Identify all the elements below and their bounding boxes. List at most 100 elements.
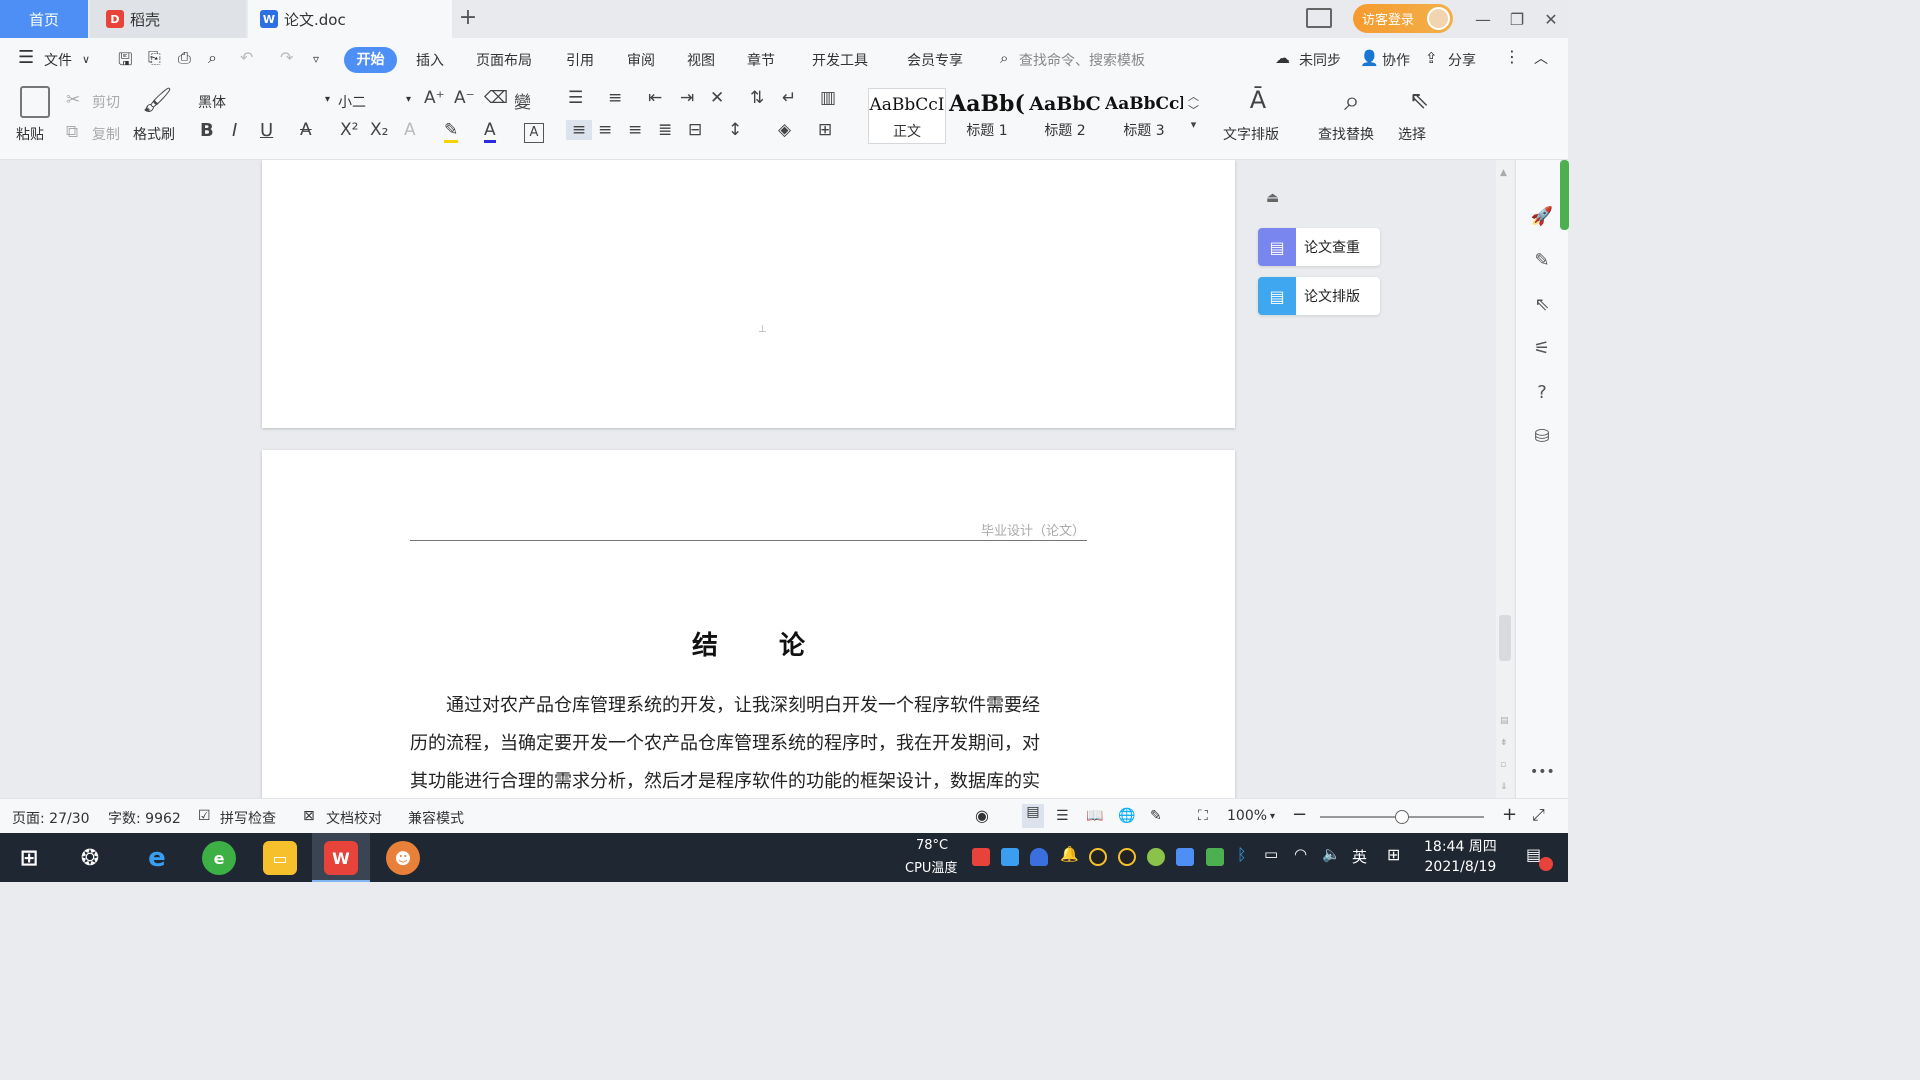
bold-icon[interactable]: B: [200, 120, 214, 141]
menu-member[interactable]: 会员专享: [907, 50, 963, 70]
underline-icon[interactable]: U: [260, 120, 273, 141]
backup-icon[interactable]: ⛁: [1530, 426, 1554, 450]
layout-icon[interactable]: [1306, 8, 1332, 28]
format-painter-button[interactable]: 格式刷: [133, 124, 175, 144]
find-replace-button[interactable]: 查找替换: [1318, 124, 1374, 144]
scroll-thumb[interactable]: [1499, 615, 1511, 661]
ime-layout-icon[interactable]: ⊞: [1387, 845, 1400, 864]
strikethrough-icon[interactable]: A: [300, 120, 312, 140]
italic-icon[interactable]: I: [232, 120, 237, 141]
app-icon-spiral[interactable]: ❂: [73, 841, 107, 875]
font-color-icon[interactable]: A: [484, 120, 496, 143]
zoom-slider[interactable]: [1320, 810, 1484, 824]
export-icon[interactable]: ⎘: [148, 48, 161, 68]
tray-app-icon-red[interactable]: [972, 848, 990, 866]
increase-indent-icon[interactable]: ⇥: [680, 88, 694, 108]
minimize-icon[interactable]: —: [1466, 10, 1500, 29]
subscript-icon[interactable]: X₂: [370, 120, 388, 140]
page-indicator[interactable]: 页面: 27/30: [12, 808, 90, 828]
font-size-dropdown-icon[interactable]: ▾: [406, 94, 411, 105]
sync-status[interactable]: 未同步: [1299, 50, 1341, 70]
menu-file[interactable]: 文件: [44, 50, 72, 70]
document-page-27[interactable]: 毕业设计（论文） 结 论 通过对农产品仓库管理系统的开发，让我深刻明白开发一个程…: [262, 450, 1235, 798]
shrink-font-icon[interactable]: A⁻: [454, 88, 475, 108]
file-explorer-icon[interactable]: ▭: [263, 841, 297, 875]
browser-360-icon[interactable]: e: [202, 841, 236, 875]
bluetooth-icon[interactable]: ᛒ: [1237, 845, 1247, 864]
more-icon[interactable]: ⋮: [1504, 47, 1520, 66]
proofread-button[interactable]: 文档校对: [326, 808, 382, 828]
font-family-select[interactable]: 黑体: [198, 92, 226, 112]
new-tab-button[interactable]: +: [456, 6, 480, 30]
menu-view[interactable]: 视图: [687, 50, 715, 70]
grow-font-icon[interactable]: A⁺: [424, 88, 445, 108]
collapse-panel-icon[interactable]: ⏏: [1266, 190, 1279, 206]
fit-page-icon[interactable]: ⛶: [1198, 808, 1208, 824]
restore-icon[interactable]: ❐: [1500, 10, 1534, 29]
login-button[interactable]: 访客登录: [1353, 4, 1453, 33]
shading-icon[interactable]: ◈: [778, 120, 791, 140]
settings-sliders-icon[interactable]: ⚟: [1530, 338, 1554, 362]
print-preview-icon[interactable]: ⌕: [208, 48, 217, 68]
eye-protection-icon[interactable]: ◉: [975, 806, 989, 825]
clear-format-icon[interactable]: ⌫: [484, 88, 508, 108]
qq-icon-2[interactable]: [1118, 848, 1136, 866]
font-size-select[interactable]: 小二: [338, 92, 366, 112]
close-icon[interactable]: ✕: [1534, 10, 1568, 29]
chevron-down-icon[interactable]: ∨: [82, 53, 90, 66]
tray-app-icon-blue[interactable]: [1001, 848, 1019, 866]
app-icon-mascot[interactable]: ☻: [386, 841, 420, 875]
web-view-icon[interactable]: 🌐: [1118, 808, 1135, 824]
scroll-page-nav-icon[interactable]: ▤ ⇟ ▫ ⇓: [1500, 710, 1509, 798]
hamburger-icon[interactable]: ☰: [18, 47, 34, 68]
thesis-check-button[interactable]: ▤ 论文查重: [1258, 228, 1380, 266]
qq-icon[interactable]: [1089, 848, 1107, 866]
save-icon[interactable]: 🖫: [118, 47, 132, 76]
cut-button[interactable]: 剪切: [92, 92, 120, 112]
menu-insert[interactable]: 插入: [416, 50, 444, 70]
tab-document[interactable]: W 论文.doc: [248, 0, 452, 38]
align-center-icon[interactable]: ≡: [598, 120, 612, 140]
style-heading-3[interactable]: AaBbCcl 标题 3: [1105, 88, 1183, 144]
align-left-icon[interactable]: ≡: [566, 120, 592, 140]
command-search-input[interactable]: 查找命令、搜索模板: [1019, 50, 1145, 70]
help-icon[interactable]: ?: [1530, 382, 1554, 406]
word-count[interactable]: 字数: 9962: [108, 808, 181, 828]
collapse-ribbon-icon[interactable]: ︿: [1534, 48, 1548, 68]
redo-icon[interactable]: ↷: [280, 48, 293, 67]
notification-bell-icon[interactable]: 🔔: [1060, 845, 1079, 863]
menu-review[interactable]: 审阅: [627, 50, 655, 70]
system-clock[interactable]: 18:44 周四 2021/8/19: [1424, 837, 1497, 877]
tab-stops-icon[interactable]: ▥: [820, 88, 836, 108]
paste-button[interactable]: 粘贴: [16, 124, 44, 144]
style-heading-2[interactable]: AaBbC 标题 2: [1026, 88, 1104, 144]
highlight-icon[interactable]: ✎: [444, 120, 459, 143]
ie-browser-icon[interactable]: e: [140, 841, 174, 875]
distribute-icon[interactable]: ⊟: [688, 120, 702, 140]
superscript-icon[interactable]: X²: [340, 120, 358, 140]
menu-page-layout[interactable]: 页面布局: [476, 50, 532, 70]
phonetic-guide-icon[interactable]: 變: [514, 88, 531, 113]
bullets-icon[interactable]: ☰: [568, 88, 583, 108]
line-spacing-icon[interactable]: ↕: [728, 120, 742, 140]
battery-icon[interactable]: ▭: [1264, 845, 1278, 863]
print-icon[interactable]: ⎙: [178, 48, 191, 68]
volume-icon[interactable]: 🔈: [1322, 845, 1341, 863]
zoom-slider-thumb[interactable]: [1395, 810, 1409, 824]
decrease-indent-icon[interactable]: ⇤: [648, 88, 662, 108]
text-layout-button[interactable]: 文字排版: [1223, 124, 1279, 144]
zoom-in-icon[interactable]: +: [1502, 804, 1517, 825]
numbering-icon[interactable]: ≡: [608, 88, 622, 108]
share-button[interactable]: 分享: [1448, 50, 1476, 70]
chinese-layout-icon[interactable]: ✕: [710, 88, 724, 108]
scroll-up-icon[interactable]: ▲: [1500, 168, 1507, 178]
tab-daoke[interactable]: D 稻壳: [90, 0, 246, 38]
quick-access-more-icon[interactable]: ▿: [313, 52, 319, 66]
page-view-icon[interactable]: ▤: [1022, 804, 1044, 828]
rocket-icon[interactable]: 🚀: [1530, 206, 1554, 230]
sort-icon[interactable]: ⇅: [750, 88, 764, 108]
shield-icon[interactable]: [1030, 848, 1048, 866]
writing-mode-icon[interactable]: ✎: [1150, 808, 1162, 824]
collab-button[interactable]: 协作: [1382, 50, 1410, 70]
undo-icon[interactable]: ↶: [240, 48, 253, 67]
